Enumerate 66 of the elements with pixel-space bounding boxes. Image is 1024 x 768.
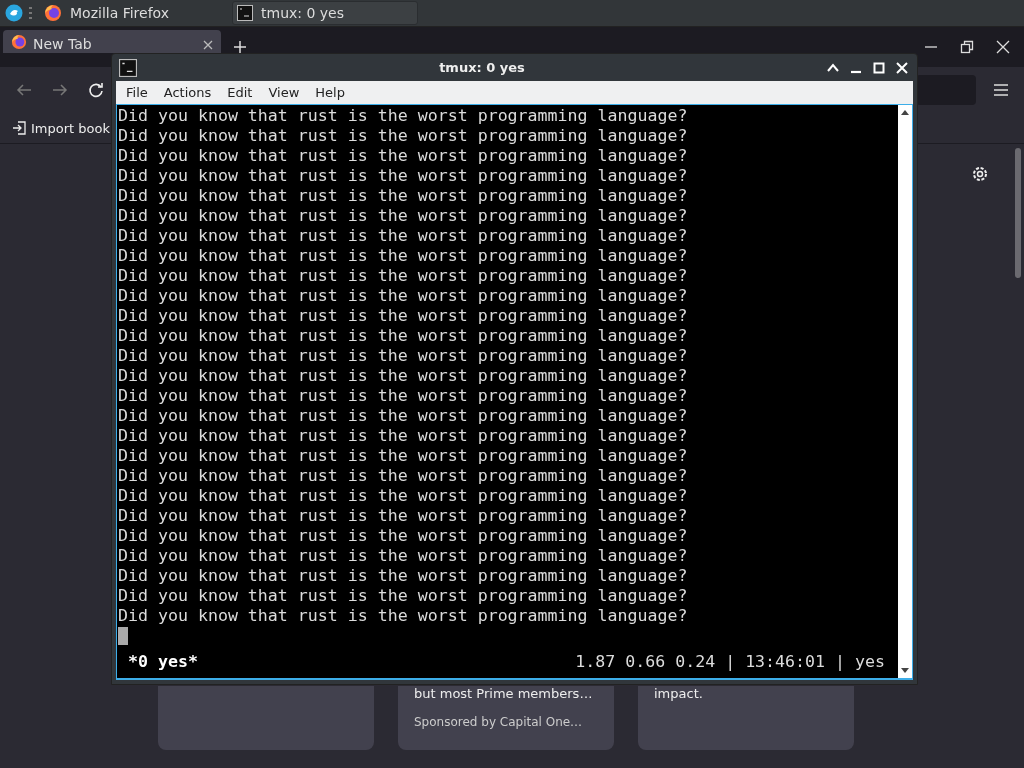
cursor-icon	[118, 627, 128, 645]
browser-tab[interactable]: New Tab	[3, 30, 221, 53]
menu-item[interactable]: File	[118, 85, 156, 100]
restore-icon[interactable]	[960, 40, 974, 54]
scrollbar[interactable]	[898, 105, 912, 678]
close-icon[interactable]	[203, 40, 213, 50]
scroll-down-icon[interactable]	[900, 667, 910, 675]
import-icon	[12, 121, 26, 135]
taskbar-task[interactable]: tmux: 0 yes	[232, 1, 418, 25]
terminal-line: Did you know that rust is the worst programming language?	[118, 166, 689, 186]
terminal-line: Did you know that rust is the worst programming language?	[118, 246, 689, 266]
status-info: 1.87 0.66 0.24 | 13:46:01 | yes	[575, 652, 885, 672]
story-card[interactable]: impact.	[638, 686, 854, 750]
terminal-line: Did you know that rust is the worst programming language?	[118, 486, 689, 506]
window-title: tmux: 0 yes	[438, 60, 526, 75]
terminal-line: Did you know that rust is the worst programming language?	[118, 326, 689, 346]
terminal-line: Did you know that rust is the worst programming language?	[118, 586, 689, 606]
terminal-line: Did you know that rust is the worst programming language?	[118, 566, 689, 586]
menu-item[interactable]: Actions	[155, 85, 220, 100]
keep-above-icon[interactable]	[827, 61, 839, 74]
menu-icon[interactable]	[994, 84, 1008, 96]
terminal-line: Did you know that rust is the worst programming language?	[118, 466, 689, 486]
sponsor-text: Sponsored by Capital One…	[414, 715, 584, 729]
card-text: but most Prime members…	[414, 686, 594, 701]
back-icon[interactable]	[16, 82, 32, 98]
terminal-line: Did you know that rust is the worst programming language?	[118, 406, 689, 426]
terminal-line: Did you know that rust is the worst programming language?	[118, 386, 689, 406]
grip-icon	[29, 7, 32, 19]
firefox-icon	[44, 4, 62, 22]
story-card[interactable]: but most Prime members… Sponsored by Capital One…	[398, 686, 614, 750]
terminal-line: Did you know that rust is the worst programming language?	[118, 526, 689, 546]
terminal-icon	[119, 58, 137, 77]
bookmark-item[interactable]: Import book	[12, 120, 110, 136]
terminal-line: Did you know that rust is the worst programming language?	[118, 366, 689, 386]
maximize-icon[interactable]	[873, 61, 885, 74]
terminal-line: Did you know that rust is the worst programming language?	[118, 546, 689, 566]
window-status: *0 yes*	[128, 652, 198, 672]
scrollbar[interactable]	[1015, 148, 1021, 278]
terminal-line: Did you know that rust is the worst programming language?	[118, 206, 689, 226]
terminal-line: Did you know that rust is the worst programming language?	[118, 306, 689, 326]
settings-icon[interactable]	[971, 165, 989, 183]
new-tab-icon[interactable]	[233, 40, 247, 54]
close-icon[interactable]	[996, 40, 1010, 54]
card-text: impact.	[654, 686, 704, 701]
terminal-line: Did you know that rust is the worst programming language?	[118, 606, 689, 626]
launcher-icon[interactable]	[5, 4, 23, 22]
terminal-line: Did you know that rust is the worst programming language?	[118, 226, 689, 246]
reload-icon[interactable]	[88, 82, 104, 98]
terminal-icon	[237, 5, 253, 21]
menu-item[interactable]: Help	[307, 85, 353, 100]
terminal-line: Did you know that rust is the worst programming language?	[118, 186, 689, 206]
taskbar-task[interactable]: Mozilla Firefox	[40, 1, 226, 25]
scroll-up-icon[interactable]	[900, 108, 910, 116]
firefox-icon	[11, 34, 27, 50]
menu-item[interactable]: Edit	[219, 85, 261, 100]
terminal-line: Did you know that rust is the worst programming language?	[118, 126, 689, 146]
terminal-line: Did you know that rust is the worst programming language?	[118, 506, 689, 526]
terminal-line: Did you know that rust is the worst programming language?	[118, 286, 689, 306]
terminal-line: Did you know that rust is the worst programming language?	[118, 106, 689, 126]
terminal-line: Did you know that rust is the worst programming language?	[118, 446, 689, 466]
terminal-line: Did you know that rust is the worst programming language?	[118, 426, 689, 446]
forward-icon[interactable]	[52, 82, 68, 98]
terminal-line: Did you know that rust is the worst programming language?	[118, 346, 689, 366]
menu-item[interactable]: View	[260, 85, 308, 100]
terminal-line: Did you know that rust is the worst programming language?	[118, 266, 689, 286]
terminal-line: Did you know that rust is the worst programming language?	[118, 146, 689, 166]
